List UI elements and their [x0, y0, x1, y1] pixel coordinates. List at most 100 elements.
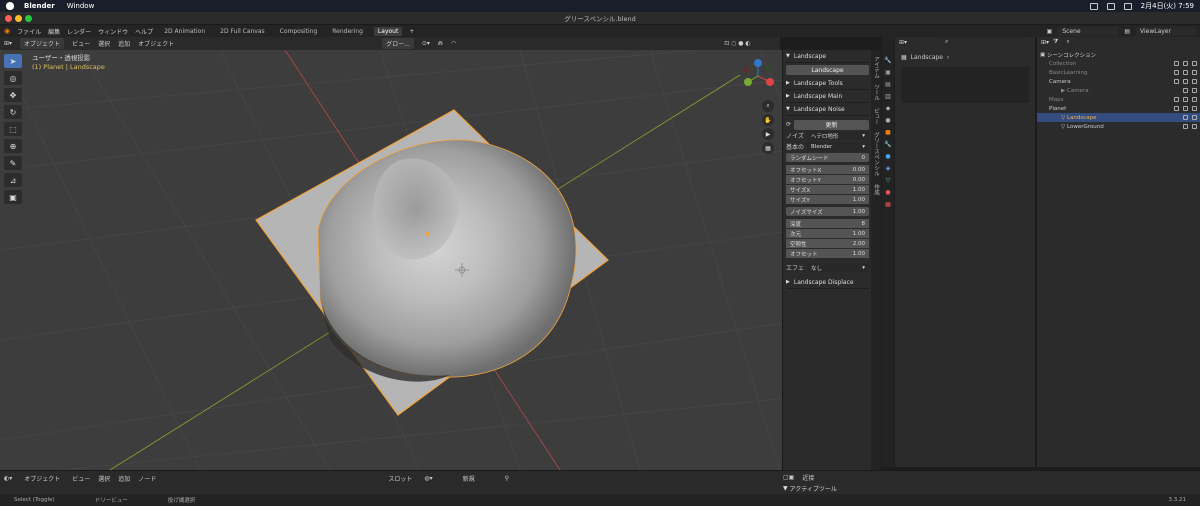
- pin-icon[interactable]: ⚲: [505, 475, 509, 482]
- menu-help[interactable]: ヘルプ: [135, 27, 153, 36]
- tab-create[interactable]: 作成: [872, 184, 880, 195]
- tool-props-icon[interactable]: 🔧: [884, 57, 891, 64]
- physics-props-icon[interactable]: ●: [885, 153, 890, 160]
- view-layer-icon[interactable]: ▤: [1124, 28, 1130, 35]
- zoom-view-icon[interactable]: ⌕: [762, 100, 774, 112]
- noise-type-select[interactable]: ヘテロ地形 ▾: [806, 131, 869, 140]
- editor-type-icon[interactable]: ⊞▾: [1041, 39, 1049, 46]
- landscape-displace-section[interactable]: ▶ Landscape Displace: [786, 276, 869, 289]
- depth-field[interactable]: 深度 8: [786, 219, 869, 228]
- snap-select[interactable]: 近接: [798, 472, 847, 483]
- effect-select[interactable]: なし ▾: [807, 263, 869, 272]
- filter-icon[interactable]: ⧩: [1053, 38, 1058, 46]
- pan-view-icon[interactable]: ✋: [762, 114, 774, 126]
- menu-file[interactable]: ファイル: [17, 27, 41, 36]
- measure-tool-icon[interactable]: ⊿: [4, 173, 22, 187]
- menu-window[interactable]: ウィンドウ: [98, 27, 128, 36]
- bottom-menu-node[interactable]: ノード: [138, 474, 156, 483]
- bottom-mode-select[interactable]: オブジェクト: [20, 472, 65, 484]
- view-layer-field[interactable]: ViewLayer: [1136, 26, 1196, 36]
- world-props-icon[interactable]: ●: [885, 117, 890, 124]
- menu-object[interactable]: オブジェクト: [138, 39, 174, 48]
- outliner-row-collection[interactable]: Collection: [1037, 59, 1200, 68]
- bottom-menu-view[interactable]: ビュー: [72, 474, 90, 483]
- menu-add[interactable]: 追加: [118, 39, 130, 48]
- add-cube-tool-icon[interactable]: ▣: [4, 190, 22, 204]
- outliner-search[interactable]: ⌕: [1062, 37, 1143, 47]
- outliner-row-basiclearning[interactable]: BasicLearning: [1037, 68, 1200, 77]
- cursor-tool-icon[interactable]: ◎: [4, 71, 22, 85]
- new-material-button[interactable]: 新規: [440, 472, 497, 484]
- minimize-window-button[interactable]: [15, 15, 22, 22]
- tab-rendering[interactable]: Rendering: [328, 27, 367, 36]
- search-icon[interactable]: [1123, 2, 1132, 10]
- snap-icon[interactable]: ⋒: [438, 40, 443, 47]
- menu-select[interactable]: 選択: [98, 39, 110, 48]
- texture-props-icon[interactable]: ▦: [885, 201, 891, 208]
- tab-2d-animation[interactable]: 2D Animation: [160, 27, 209, 36]
- outliner-row-planet[interactable]: Planet: [1037, 104, 1200, 113]
- view-layer-props-icon[interactable]: ▥: [885, 93, 891, 100]
- slot-select[interactable]: スロット: [384, 472, 417, 484]
- scene-collection-row[interactable]: ▣ シーンコレクション: [1037, 50, 1200, 59]
- proportional-icon[interactable]: ◠: [451, 40, 456, 47]
- annotate-tool-icon[interactable]: ✎: [4, 156, 22, 170]
- add-workspace-icon[interactable]: +: [409, 28, 414, 35]
- add-landscape-button[interactable]: Landscape: [786, 65, 869, 75]
- 3d-viewport[interactable]: [0, 50, 870, 470]
- bottom-menu-add[interactable]: 追加: [118, 474, 130, 483]
- scale-tool-icon[interactable]: ⬚: [4, 122, 22, 136]
- ortho-toggle-icon[interactable]: ▦: [762, 142, 774, 154]
- editor-type-icon[interactable]: ⊞▾: [4, 40, 12, 47]
- object-props-icon[interactable]: ■: [885, 129, 891, 136]
- editor-type-icon[interactable]: ⊞▾: [899, 39, 907, 46]
- menu-edit[interactable]: 編集: [48, 27, 60, 36]
- outliner-row-landscape[interactable]: ▽ Landscape: [1037, 113, 1200, 122]
- active-tool-label[interactable]: アクティブツール: [790, 484, 837, 493]
- zoom-window-button[interactable]: [25, 15, 32, 22]
- noise-size-field[interactable]: ノイズサイズ 1.00: [786, 207, 869, 216]
- apple-icon[interactable]: [6, 2, 14, 10]
- size-x-field[interactable]: サイズX 1.00: [786, 185, 869, 194]
- tab-compositing[interactable]: Compositing: [276, 27, 322, 36]
- select-tool-icon[interactable]: ➤: [4, 54, 22, 68]
- mode-select[interactable]: オブジェクト: [20, 38, 65, 49]
- move-tool-icon[interactable]: ✥: [4, 88, 22, 102]
- menu-view[interactable]: ビュー: [72, 39, 90, 48]
- render-props-icon[interactable]: ▣: [885, 69, 891, 76]
- tab-view[interactable]: ビュー: [872, 108, 880, 125]
- modifier-props-icon[interactable]: 🔧: [884, 141, 891, 148]
- random-seed-field[interactable]: ランダムシード 0: [786, 153, 869, 162]
- blender-logo-icon[interactable]: ◉: [4, 27, 10, 35]
- scene-field[interactable]: Scene: [1058, 26, 1119, 36]
- landscape-main-section[interactable]: ▶ Landscape Main: [786, 90, 869, 103]
- data-props-icon[interactable]: ▽: [886, 177, 891, 184]
- dimension-field[interactable]: 次元 1.00: [786, 229, 869, 238]
- landscape-section[interactable]: ▼ Landscape: [786, 50, 869, 63]
- offset-x-field[interactable]: オフセットX 0.00: [786, 165, 869, 174]
- constraints-props-icon[interactable]: ◈: [886, 165, 891, 172]
- app-menu[interactable]: Blender: [24, 2, 55, 10]
- offset-y-field[interactable]: オフセットY 0.00: [786, 175, 869, 184]
- noise-basis-select[interactable]: Blender ▾: [807, 142, 869, 151]
- offset-field[interactable]: オフセット 1.00: [786, 249, 869, 258]
- tab-item[interactable]: アイテム: [872, 56, 880, 78]
- pivot-icon[interactable]: ⊙▾: [422, 40, 430, 47]
- tab-grease-pencil[interactable]: グリースペンシル: [872, 132, 880, 176]
- tab-tool[interactable]: ツール: [872, 84, 880, 101]
- camera-view-icon[interactable]: ▶: [762, 128, 774, 140]
- landscape-tools-section[interactable]: ▶ Landscape Tools: [786, 77, 869, 90]
- outliner-row-camera-collection[interactable]: Camera: [1037, 77, 1200, 86]
- battery-icon[interactable]: [1089, 2, 1098, 10]
- shading-icons[interactable]: ⊡ ○ ● ◐: [724, 40, 750, 47]
- outliner-row-maps[interactable]: Maps: [1037, 95, 1200, 104]
- lacunarity-field[interactable]: 空隙性 2.00: [786, 239, 869, 248]
- transform-tool-icon[interactable]: ⊕: [4, 139, 22, 153]
- material-icon[interactable]: ◍▾: [424, 475, 432, 482]
- update-button[interactable]: 更新: [794, 119, 869, 130]
- material-props-icon[interactable]: ●: [885, 189, 890, 196]
- window-menu[interactable]: Window: [67, 2, 95, 10]
- output-props-icon[interactable]: ▤: [885, 81, 891, 88]
- transform-orientation[interactable]: グロー...: [382, 38, 414, 49]
- wifi-icon[interactable]: [1106, 2, 1115, 10]
